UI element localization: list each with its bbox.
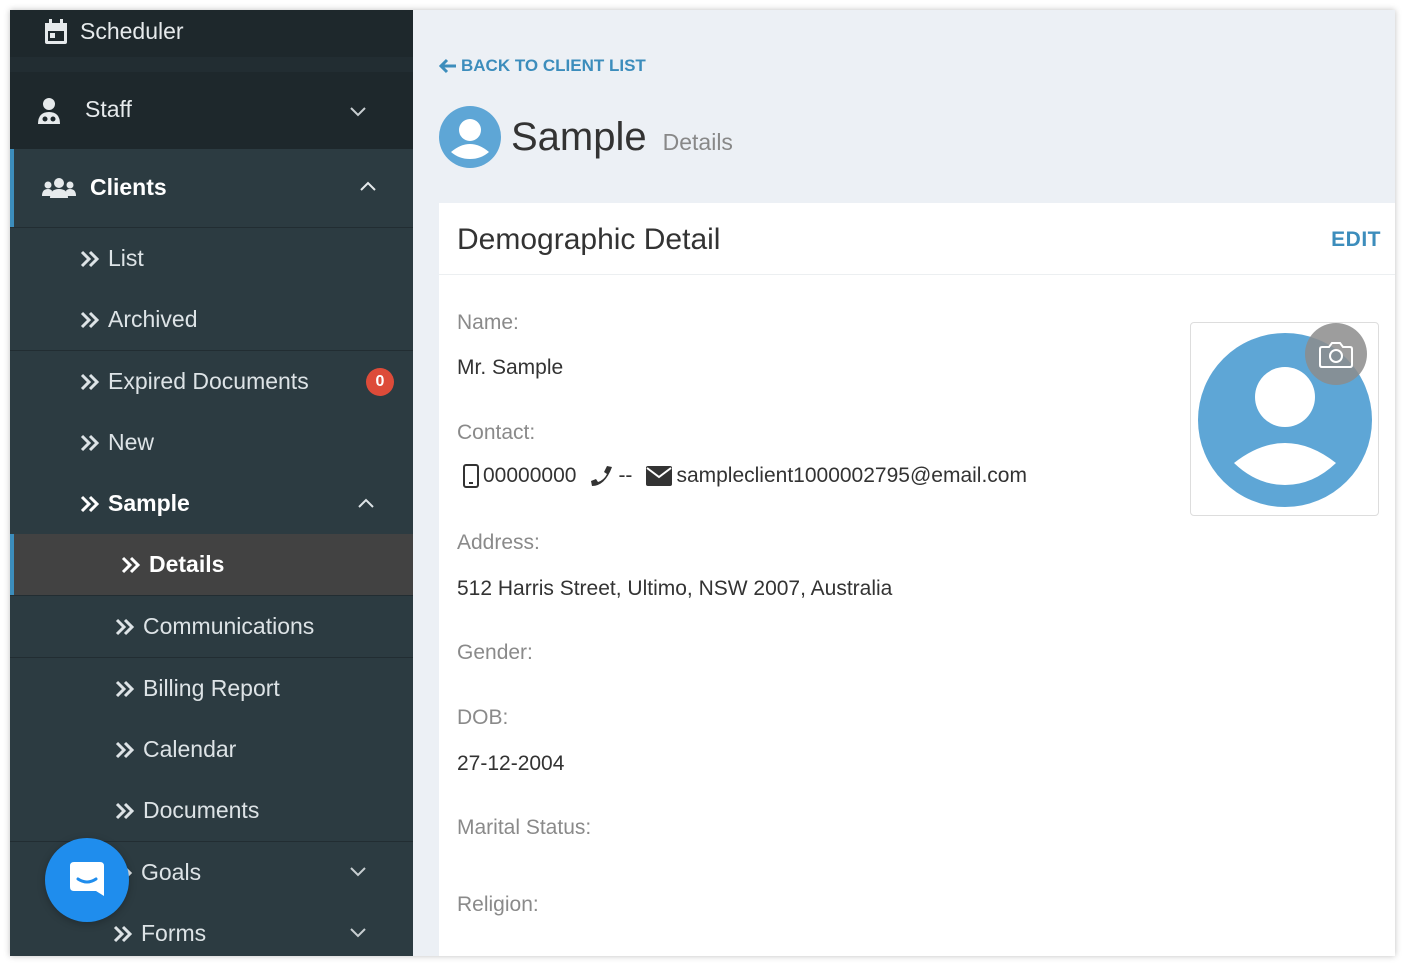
- dob-label: DOB:: [457, 706, 509, 729]
- arrow-left-icon: [439, 58, 456, 74]
- double-chevron-right-icon: [80, 434, 100, 451]
- chevron-down-icon: [350, 107, 366, 117]
- back-to-client-list-link[interactable]: BACK TO CLIENT LIST: [439, 56, 646, 76]
- card-header: Demographic Detail EDIT: [439, 206, 1395, 275]
- sidebar-item-label: Expired Documents: [108, 368, 309, 394]
- sidebar-item-details[interactable]: Details: [10, 534, 413, 595]
- sidebar-item-billing-report[interactable]: Billing Report: [10, 658, 413, 719]
- sidebar-item-calendar[interactable]: Calendar: [10, 719, 413, 780]
- sidebar-item-label: Goals: [141, 859, 202, 885]
- sidebar-item-scheduler[interactable]: Scheduler: [10, 10, 413, 57]
- sidebar-item-label: Calendar: [143, 736, 237, 762]
- users-icon: [42, 178, 76, 198]
- contact-row: 00000000 -- sampleclient1000002795@email…: [463, 464, 1027, 488]
- gender-label: Gender:: [457, 641, 533, 664]
- religion-label: Religion:: [457, 893, 539, 916]
- email-value[interactable]: sampleclient1000002795@email.com: [676, 464, 1027, 488]
- dob-value: 27-12-2004: [457, 752, 565, 775]
- user-doctor-icon: [38, 98, 60, 124]
- calendar-icon: [45, 19, 67, 44]
- double-chevron-right-icon: [113, 925, 133, 942]
- sidebar-item-label: Scheduler: [80, 18, 184, 44]
- sidebar-item-label: Billing Report: [143, 675, 280, 701]
- double-chevron-right-icon: [80, 250, 100, 267]
- mobile-phone-icon: [463, 464, 479, 488]
- chevron-up-icon: [360, 181, 376, 191]
- edit-button[interactable]: EDIT: [1331, 228, 1381, 252]
- sidebar-item-clients[interactable]: Clients: [10, 149, 413, 227]
- card-title: Demographic Detail: [457, 223, 721, 256]
- sidebar-item-communications[interactable]: Communications: [10, 596, 413, 657]
- demographic-detail-card: Demographic Detail EDIT Name: Mr. Sample…: [439, 203, 1395, 956]
- sidebar-item-archived[interactable]: Archived: [10, 289, 413, 350]
- sidebar-item-expired-documents[interactable]: Expired Documents 0: [10, 351, 413, 412]
- double-chevron-right-icon: [115, 680, 135, 697]
- sidebar-item-staff[interactable]: Staff: [10, 72, 413, 149]
- page-header: Sample Details: [439, 106, 733, 168]
- envelope-icon: [646, 466, 673, 486]
- sidebar-item-sample[interactable]: Sample: [10, 473, 413, 534]
- address-label: Address:: [457, 531, 540, 554]
- address-value: 512 Harris Street, Ultimo, NSW 2007, Aus…: [457, 577, 893, 600]
- chat-icon: [70, 862, 104, 896]
- sidebar-item-label: Details: [149, 551, 225, 577]
- profile-photo: [1190, 322, 1379, 516]
- sidebar-item-documents[interactable]: Documents: [10, 780, 413, 841]
- camera-icon: [1319, 342, 1353, 368]
- name-value: Mr. Sample: [457, 356, 564, 379]
- back-link-label: BACK TO CLIENT LIST: [461, 56, 646, 75]
- double-chevron-right-icon: [80, 495, 100, 512]
- marital-status-label: Marital Status:: [457, 816, 592, 839]
- double-chevron-right-icon: [115, 618, 135, 635]
- contact-label: Contact:: [457, 421, 536, 444]
- user-avatar-icon: [439, 106, 501, 168]
- double-chevron-right-icon: [121, 556, 141, 573]
- main-content: BACK TO CLIENT LIST Sample Details Demog…: [413, 10, 1395, 956]
- page-title: Sample: [511, 114, 647, 159]
- app-frame: Scheduler Staff Clients List Archived Ex…: [10, 10, 1395, 956]
- sidebar-item-list[interactable]: List: [10, 228, 413, 289]
- page-subtitle: Details: [662, 128, 733, 155]
- sidebar-item-new[interactable]: New: [10, 412, 413, 473]
- double-chevron-right-icon: [115, 802, 135, 819]
- name-label: Name:: [457, 311, 519, 334]
- phone-value: --: [618, 464, 633, 487]
- sidebar: Scheduler Staff Clients List Archived Ex…: [10, 10, 413, 956]
- chevron-up-icon: [358, 498, 374, 508]
- sidebar-item-label: New: [108, 429, 155, 455]
- phone-icon: [591, 466, 613, 486]
- sidebar-item-label: Communications: [143, 613, 315, 639]
- sidebar-item-label: List: [108, 245, 144, 271]
- double-chevron-right-icon: [80, 373, 100, 390]
- sidebar-item-label: Forms: [141, 920, 207, 946]
- double-chevron-right-icon: [80, 311, 100, 328]
- count-badge: 0: [366, 368, 394, 396]
- sidebar-item-label: Archived: [108, 306, 198, 332]
- sidebar-item-label: Sample: [108, 490, 190, 516]
- mobile-value: 00000000: [483, 464, 577, 487]
- chevron-down-icon: [350, 928, 366, 938]
- chat-launcher-button[interactable]: [45, 838, 129, 922]
- chevron-down-icon: [350, 867, 366, 877]
- double-chevron-right-icon: [115, 741, 135, 758]
- sidebar-item-label: Clients: [90, 174, 167, 200]
- sidebar-item-label: Staff: [85, 96, 132, 122]
- sidebar-item-label: Documents: [143, 797, 260, 823]
- upload-photo-button[interactable]: [1305, 323, 1367, 385]
